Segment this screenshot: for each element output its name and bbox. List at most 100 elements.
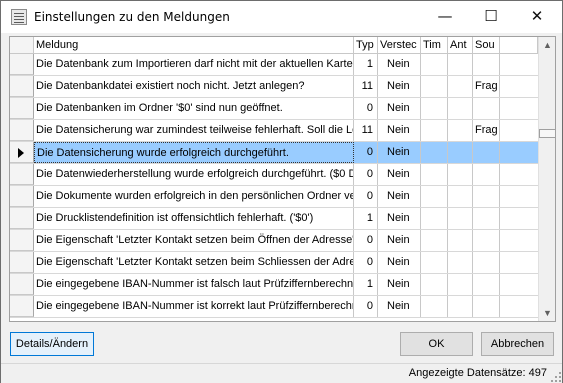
table-row[interactable]: Die Dokumente wurden erfolgreich in den … — [10, 186, 538, 208]
cell-timer[interactable] — [421, 208, 448, 229]
details-edit-button[interactable]: Details/Ändern — [10, 332, 94, 356]
cell-sound[interactable] — [473, 142, 500, 163]
cell-antwort[interactable] — [448, 208, 473, 229]
cell-timer[interactable] — [421, 142, 448, 163]
cell-typ[interactable]: 0 — [354, 142, 378, 163]
cell-sound[interactable] — [473, 54, 500, 75]
cell-typ[interactable]: 1 — [354, 208, 378, 229]
table-row[interactable]: Die Datensicherung war zumindest teilwei… — [10, 120, 538, 142]
column-header-typ[interactable]: Typ — [354, 37, 378, 54]
cell-meldung[interactable]: Die Eigenschaft 'Letzter Kontakt setzen … — [34, 230, 354, 251]
cell-meldung[interactable]: Die Drucklistendefinition ist offensicht… — [34, 208, 354, 229]
cell-antwort[interactable] — [448, 252, 473, 273]
cell-sound[interactable] — [473, 296, 500, 317]
cell-versteckt[interactable]: Nein — [378, 186, 421, 207]
cell-meldung[interactable]: Die Datensicherung war zumindest teilwei… — [34, 120, 354, 141]
row-indicator[interactable] — [10, 142, 34, 163]
cell-timer[interactable] — [421, 98, 448, 119]
cell-timer[interactable] — [421, 164, 448, 185]
cell-versteckt[interactable]: Nein — [378, 230, 421, 251]
ok-button[interactable]: OK — [400, 332, 473, 356]
scroll-up-arrow-icon[interactable]: ▲ — [539, 37, 555, 54]
row-indicator[interactable] — [10, 98, 34, 119]
vertical-scrollbar[interactable]: ▲ ▼ — [538, 37, 555, 321]
cell-meldung[interactable]: Die Datenwiederherstellung wurde erfolgr… — [34, 164, 354, 185]
row-indicator[interactable] — [10, 208, 34, 229]
cell-versteckt[interactable]: Nein — [378, 208, 421, 229]
cell-timer[interactable] — [421, 186, 448, 207]
cell-timer[interactable] — [421, 120, 448, 141]
cell-meldung[interactable]: Die eingegebene IBAN-Nummer ist korrekt … — [34, 296, 354, 317]
title-bar[interactable]: Einstellungen zu den Meldungen — ☐ ✕ — [1, 1, 562, 33]
cell-typ[interactable]: 0 — [354, 296, 378, 317]
cell-versteckt[interactable]: Nein — [378, 98, 421, 119]
cell-antwort[interactable] — [448, 296, 473, 317]
row-indicator[interactable] — [10, 164, 34, 185]
table-row[interactable]: Die Datenbanken im Ordner '$0' sind nun … — [10, 98, 538, 120]
row-indicator[interactable] — [10, 252, 34, 273]
cell-typ[interactable]: 0 — [354, 98, 378, 119]
row-indicator[interactable] — [10, 120, 34, 141]
cell-sound[interactable] — [473, 186, 500, 207]
column-header-meldung[interactable]: Meldung — [34, 37, 354, 54]
cell-sound[interactable] — [473, 208, 500, 229]
table-row[interactable]: Die Datenbankdatei existiert noch nicht.… — [10, 76, 538, 98]
messages-grid[interactable]: Meldung Typ Verstec Tim Ant Sou Die Date… — [9, 36, 556, 322]
close-button[interactable]: ✕ — [514, 1, 560, 33]
cell-versteckt[interactable]: Nein — [378, 274, 421, 295]
table-row[interactable]: Die Datensicherung wurde erfolgreich dur… — [10, 142, 538, 164]
cell-meldung[interactable]: Die eingegebene IBAN-Nummer ist falsch l… — [34, 274, 354, 295]
cell-typ[interactable]: 0 — [354, 164, 378, 185]
cell-timer[interactable] — [421, 54, 448, 75]
cell-sound[interactable] — [473, 252, 500, 273]
column-header-antwort[interactable]: Ant — [448, 37, 473, 54]
cell-versteckt[interactable]: Nein — [378, 252, 421, 273]
cell-timer[interactable] — [421, 252, 448, 273]
cell-antwort[interactable] — [448, 274, 473, 295]
table-row[interactable]: Die Datenwiederherstellung wurde erfolgr… — [10, 164, 538, 186]
cell-typ[interactable]: 0 — [354, 230, 378, 251]
cell-versteckt[interactable]: Nein — [378, 164, 421, 185]
cell-antwort[interactable] — [448, 76, 473, 97]
cell-versteckt[interactable]: Nein — [378, 54, 421, 75]
column-header-sound[interactable]: Sou — [473, 37, 500, 54]
cell-typ[interactable]: 0 — [354, 252, 378, 273]
cell-versteckt[interactable]: Nein — [378, 142, 421, 163]
cell-meldung[interactable]: Die Eigenschaft 'Letzter Kontakt setzen … — [34, 252, 354, 273]
cell-typ[interactable]: 11 — [354, 120, 378, 141]
table-row[interactable]: Die Eigenschaft 'Letzter Kontakt setzen … — [10, 252, 538, 274]
column-header-versteckt[interactable]: Verstec — [378, 37, 421, 54]
cell-meldung[interactable]: Die Datenbanken im Ordner '$0' sind nun … — [34, 98, 354, 119]
maximize-button[interactable]: ☐ — [468, 1, 514, 33]
table-row[interactable]: Die Drucklistendefinition ist offensicht… — [10, 208, 538, 230]
cell-antwort[interactable] — [448, 98, 473, 119]
minimize-button[interactable]: — — [422, 1, 468, 33]
cell-versteckt[interactable]: Nein — [378, 296, 421, 317]
table-row[interactable]: Die eingegebene IBAN-Nummer ist falsch l… — [10, 274, 538, 296]
scroll-thumb[interactable] — [539, 129, 555, 138]
cell-antwort[interactable] — [448, 230, 473, 251]
cell-typ[interactable]: 1 — [354, 54, 378, 75]
cell-meldung[interactable]: Die Datensicherung wurde erfolgreich dur… — [34, 142, 354, 163]
cell-sound[interactable]: Frag — [473, 120, 500, 141]
scroll-down-arrow-icon[interactable]: ▼ — [539, 305, 555, 321]
row-indicator[interactable] — [10, 54, 34, 75]
cell-sound[interactable] — [473, 164, 500, 185]
cell-timer[interactable] — [421, 274, 448, 295]
resize-grip-icon[interactable] — [551, 372, 561, 382]
cell-sound[interactable] — [473, 98, 500, 119]
cell-antwort[interactable] — [448, 120, 473, 141]
cell-meldung[interactable]: Die Datenbankdatei existiert noch nicht.… — [34, 76, 354, 97]
cell-typ[interactable]: 0 — [354, 186, 378, 207]
table-row[interactable]: Die Datenbank zum Importieren darf nicht… — [10, 54, 538, 76]
cell-meldung[interactable]: Die Dokumente wurden erfolgreich in den … — [34, 186, 354, 207]
table-row[interactable]: Die eingegebene IBAN-Nummer ist korrekt … — [10, 296, 538, 318]
row-indicator[interactable] — [10, 230, 34, 251]
cell-sound[interactable] — [473, 274, 500, 295]
table-row[interactable]: Die Eigenschaft 'Letzter Kontakt setzen … — [10, 230, 538, 252]
cell-versteckt[interactable]: Nein — [378, 120, 421, 141]
row-indicator[interactable] — [10, 76, 34, 97]
cell-meldung[interactable]: Die Datenbank zum Importieren darf nicht… — [34, 54, 354, 75]
cell-antwort[interactable] — [448, 186, 473, 207]
cancel-button[interactable]: Abbrechen — [481, 332, 554, 356]
